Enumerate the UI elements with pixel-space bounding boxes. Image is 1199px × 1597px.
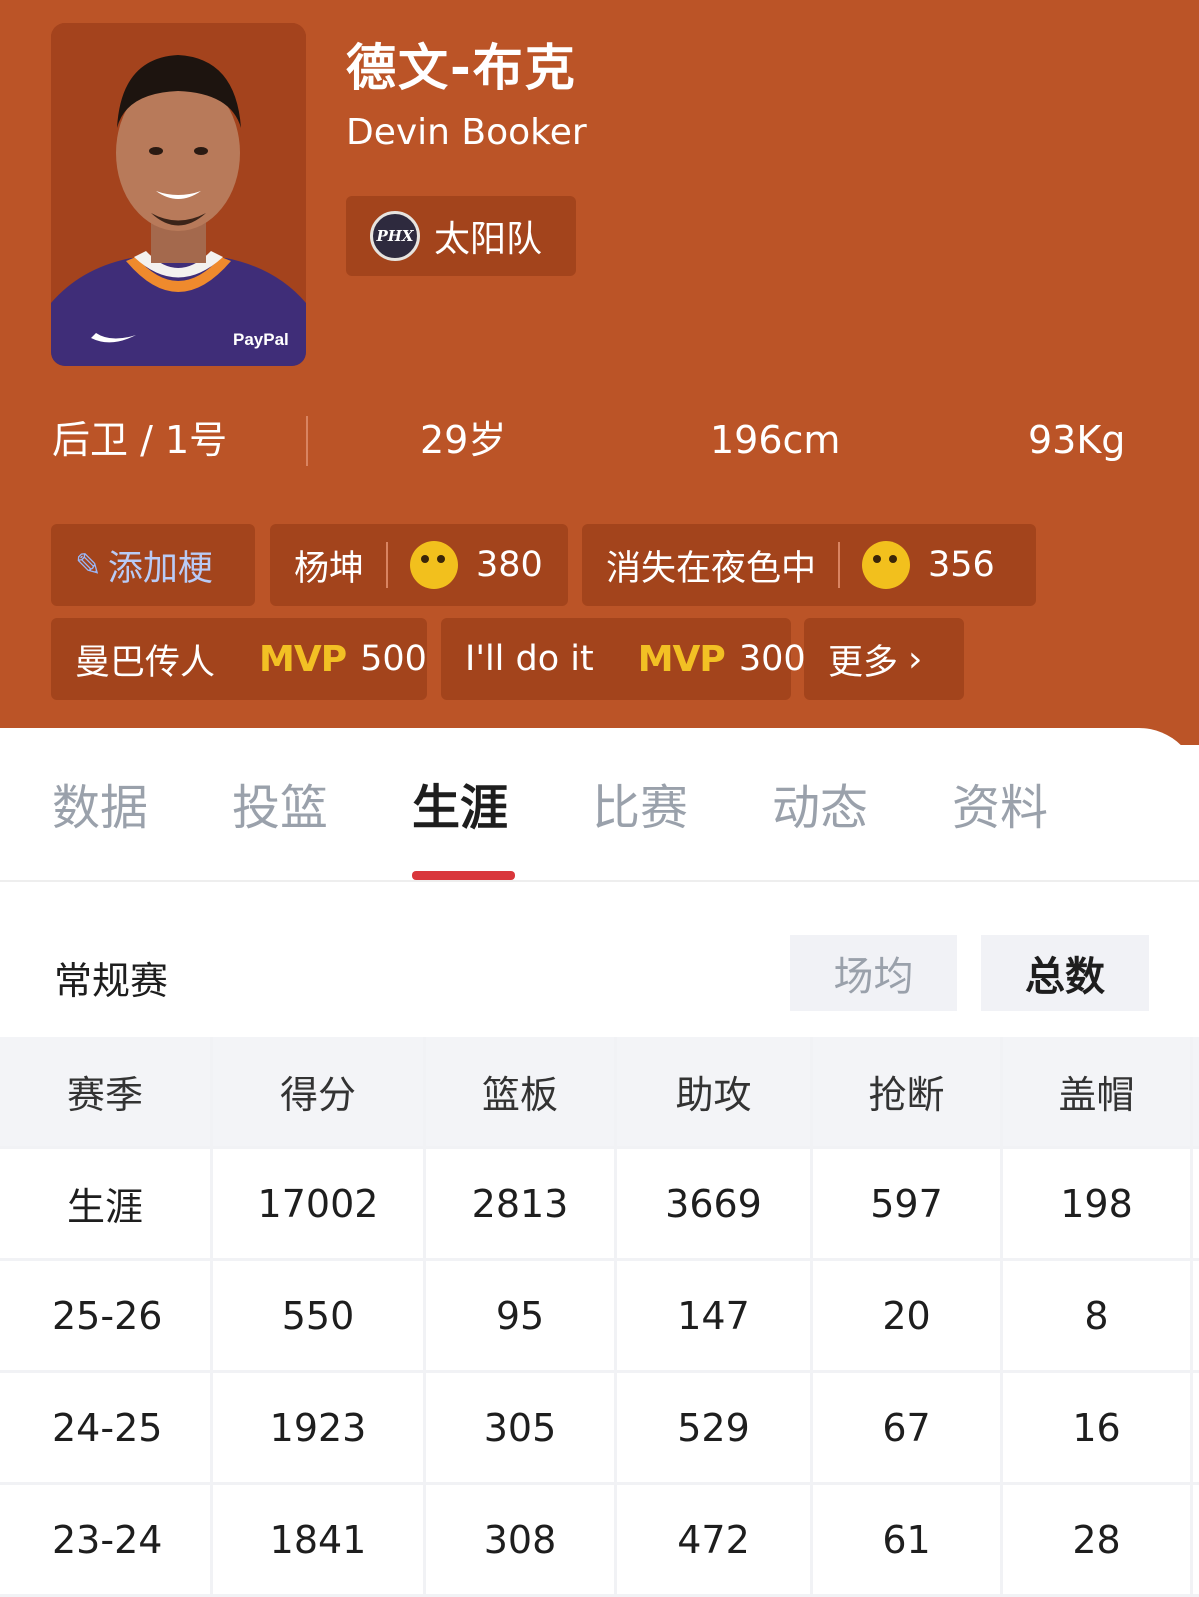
cell-rebounds: 2813 xyxy=(426,1149,617,1258)
totals-toggle[interactable]: 总数 xyxy=(981,935,1149,1011)
team-name: 太阳队 xyxy=(434,219,543,260)
player-height: 196cm xyxy=(710,418,841,462)
player-weight: 93Kg xyxy=(1028,418,1126,462)
chip-separator xyxy=(386,542,389,588)
more-tags-label: 更多 xyxy=(828,642,899,683)
pencil-icon: ✎ xyxy=(75,546,102,584)
chevron-right-icon: › xyxy=(908,638,923,680)
tab-profile[interactable]: 资料 xyxy=(952,768,1048,838)
cell-season: 生涯 xyxy=(0,1149,213,1258)
header-season: 赛季 xyxy=(0,1037,213,1146)
cell-assists: 147 xyxy=(617,1261,813,1370)
more-tags-button[interactable]: 更多 › xyxy=(804,618,964,700)
rose-emoji-icon xyxy=(862,541,911,589)
career-stats-table: 赛季 得分 篮板 助攻 抢断 盖帽 生涯 17002 2813 3669 597… xyxy=(0,1037,1199,1597)
cell-assists: 472 xyxy=(617,1485,813,1594)
cell-assists: 529 xyxy=(617,1373,813,1482)
cell-season: 24-25 xyxy=(0,1373,213,1482)
cell-steals: 61 xyxy=(813,1485,1003,1594)
tab-stats[interactable]: 数据 xyxy=(52,768,148,838)
header-points: 得分 xyxy=(213,1037,426,1146)
cell-rebounds: 95 xyxy=(426,1261,617,1370)
cell-blocks: 28 xyxy=(1003,1485,1193,1594)
cell-rebounds: 308 xyxy=(426,1485,617,1594)
player-name-cn: 德文-布克 xyxy=(346,39,577,97)
header-assists: 助攻 xyxy=(617,1037,813,1146)
grin-emoji-icon xyxy=(410,541,459,589)
tab-divider xyxy=(0,880,1199,882)
cell-season: 23-24 xyxy=(0,1485,213,1594)
meme-tag-label: 杨坤 xyxy=(294,548,365,589)
table-row: 生涯 17002 2813 3669 597 198 xyxy=(0,1149,1199,1261)
tab-games[interactable]: 比赛 xyxy=(592,768,688,838)
meme-tag[interactable]: 消失在夜色中 356 xyxy=(582,524,1036,606)
mvp-badge-icon: MVP xyxy=(259,638,347,680)
cell-assists: 3669 xyxy=(617,1149,813,1258)
jersey-sponsor-text: PayPal xyxy=(233,330,289,349)
cell-season: 25-26 xyxy=(0,1261,213,1370)
add-meme-label: 添加梗 xyxy=(107,548,213,589)
add-meme-button[interactable]: ✎ 添加梗 xyxy=(51,524,255,606)
cell-steals: 20 xyxy=(813,1261,1003,1370)
cell-blocks: 16 xyxy=(1003,1373,1193,1482)
section-title: 常规赛 xyxy=(54,959,169,1003)
meme-tag[interactable]: 杨坤 380 xyxy=(270,524,568,606)
table-header-row: 赛季 得分 篮板 助攻 抢断 盖帽 xyxy=(0,1037,1199,1149)
meme-tag-label: 曼巴传人 xyxy=(75,642,216,683)
meme-tag[interactable]: I'll do it MVP 300 xyxy=(441,618,806,700)
info-divider xyxy=(306,416,308,466)
cell-steals: 597 xyxy=(813,1149,1003,1258)
meme-tag-count: 380 xyxy=(476,545,543,585)
chip-separator xyxy=(838,542,841,588)
active-tab-indicator xyxy=(412,871,515,880)
meme-tag-label: I'll do it xyxy=(465,639,594,679)
meme-tag[interactable]: 曼巴传人 MVP 500 xyxy=(51,618,427,700)
cell-points: 1841 xyxy=(213,1485,426,1594)
cell-rebounds: 305 xyxy=(426,1373,617,1482)
player-position: 后卫 / 1号 xyxy=(52,418,228,462)
team-button[interactable]: PHX 太阳队 xyxy=(346,196,576,276)
cell-blocks: 198 xyxy=(1003,1149,1193,1258)
suns-logo-icon: PHX xyxy=(370,211,420,261)
cell-points: 1923 xyxy=(213,1373,426,1482)
table-row: 23-24 1841 308 472 61 28 xyxy=(0,1485,1199,1597)
mvp-badge-icon: MVP xyxy=(637,638,726,680)
tab-career[interactable]: 生涯 xyxy=(412,768,508,838)
meme-tag-count: 300 xyxy=(738,639,806,679)
cell-points: 17002 xyxy=(213,1149,426,1258)
meme-tag-count: 356 xyxy=(928,545,995,585)
header-steals: 抢断 xyxy=(813,1037,1003,1146)
tab-shooting[interactable]: 投篮 xyxy=(232,768,328,838)
cell-points: 550 xyxy=(213,1261,426,1370)
meme-tag-count: 500 xyxy=(360,639,427,679)
player-age: 29岁 xyxy=(420,418,507,462)
cell-blocks: 8 xyxy=(1003,1261,1193,1370)
header-blocks: 盖帽 xyxy=(1003,1037,1193,1146)
table-row: 24-25 1923 305 529 67 16 xyxy=(0,1373,1199,1485)
meme-tag-label: 消失在夜色中 xyxy=(606,548,817,589)
player-photo: PayPal xyxy=(51,23,306,366)
table-row: 25-26 550 95 147 20 8 xyxy=(0,1261,1199,1373)
player-name-en: Devin Booker xyxy=(346,112,587,153)
tab-news[interactable]: 动态 xyxy=(772,768,868,838)
per-game-toggle[interactable]: 场均 xyxy=(790,935,957,1011)
cell-steals: 67 xyxy=(813,1373,1003,1482)
header-rebounds: 篮板 xyxy=(426,1037,617,1146)
